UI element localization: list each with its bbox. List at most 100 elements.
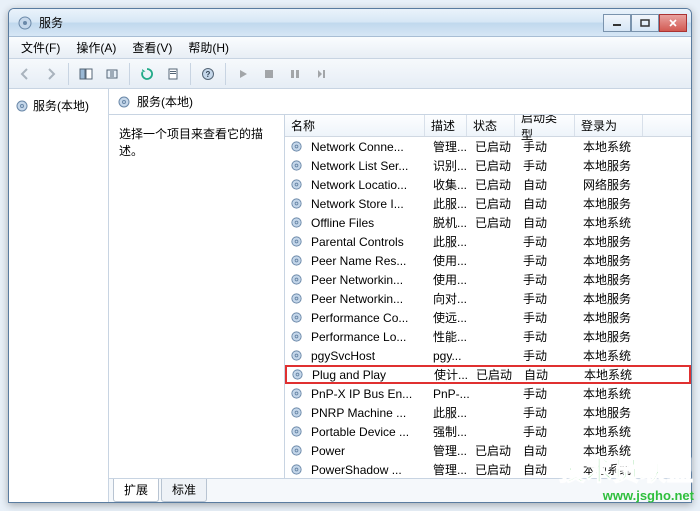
cell-logon: 本地服务 <box>577 195 645 212</box>
main-header-title: 服务(本地) <box>137 93 193 110</box>
gear-icon <box>290 235 303 248</box>
table-row[interactable]: Network List Ser...识别...已启动手动本地服务 <box>285 156 691 175</box>
cell-name: Network Conne... <box>305 140 427 154</box>
export-button[interactable] <box>100 62 124 86</box>
menu-action[interactable]: 操作(A) <box>68 37 124 58</box>
tabs: 扩展 标准 <box>109 478 691 502</box>
table-row[interactable]: Performance Co...使远...手动本地服务 <box>285 308 691 327</box>
table-row[interactable]: Power管理...已启动自动本地系统 <box>285 441 691 460</box>
cell-logon: 本地服务 <box>577 404 645 421</box>
cell-logon: 本地系统 <box>577 138 645 155</box>
tree-pane[interactable]: 服务(本地) <box>9 89 109 502</box>
table-row[interactable]: Network Locatio...收集...已启动自动网络服务 <box>285 175 691 194</box>
gear-icon <box>290 216 303 229</box>
cell-startup: 手动 <box>517 385 577 402</box>
gear-icon <box>290 159 303 172</box>
table-row[interactable]: Parental Controls此服... 手动本地服务 <box>285 232 691 251</box>
cell-name: PnP-X IP Bus En... <box>305 387 427 401</box>
list-header[interactable]: 名称 描述 状态 启动类型 登录为 <box>285 115 691 137</box>
table-row[interactable]: PnP-X IP Bus En...PnP-... 手动本地系统 <box>285 384 691 403</box>
gear-icon <box>291 368 304 381</box>
cell-name: Peer Networkin... <box>305 273 427 287</box>
cell-status: 已启动 <box>469 442 517 459</box>
minimize-button[interactable] <box>603 14 631 32</box>
cell-status: 已启动 <box>469 157 517 174</box>
table-row[interactable]: pgySvcHostpgy...手动本地系统 <box>285 346 691 365</box>
col-logon[interactable]: 登录为 <box>575 115 643 136</box>
help-button[interactable]: ? <box>196 62 220 86</box>
toolbar: ? <box>9 59 691 89</box>
col-desc[interactable]: 描述 <box>425 115 467 136</box>
tree-item-services-local[interactable]: 服务(本地) <box>13 95 104 116</box>
table-row[interactable]: Peer Name Res...使用...手动本地服务 <box>285 251 691 270</box>
col-startup[interactable]: 启动类型 <box>515 115 575 136</box>
gear-icon <box>290 463 303 476</box>
tab-extended[interactable]: 扩展 <box>113 479 159 502</box>
table-row[interactable]: Peer Networkin...向对...手动本地服务 <box>285 289 691 308</box>
cell-startup: 手动 <box>517 309 577 326</box>
cell-startup: 手动 <box>517 290 577 307</box>
app-icon <box>17 15 33 31</box>
close-button[interactable] <box>659 14 687 32</box>
cell-startup: 手动 <box>517 233 577 250</box>
restart-service-button <box>309 62 333 86</box>
table-row[interactable]: Peer Networkin...使用...手动本地服务 <box>285 270 691 289</box>
refresh-button[interactable] <box>135 62 159 86</box>
panes: 选择一个项目来查看它的描述。 名称 描述 状态 启动类型 登录为 Network… <box>109 115 691 478</box>
show-hide-tree-button[interactable] <box>74 62 98 86</box>
properties-button[interactable] <box>161 62 185 86</box>
cell-desc: PnP-... <box>427 387 469 401</box>
cell-name: Parental Controls <box>305 235 427 249</box>
cell-logon: 本地系统 <box>577 423 645 440</box>
menu-help[interactable]: 帮助(H) <box>180 37 237 58</box>
cell-logon: 本地系统 <box>577 461 645 478</box>
cell-startup: 自动 <box>517 214 577 231</box>
col-name[interactable]: 名称 <box>285 115 425 136</box>
main-pane: 服务(本地) 选择一个项目来查看它的描述。 名称 描述 状态 启动类型 登录为 … <box>109 89 691 502</box>
cell-name: Network Store I... <box>305 197 427 211</box>
cell-status: 已启动 <box>469 138 517 155</box>
gear-icon <box>290 197 303 210</box>
cell-name: Offline Files <box>305 216 427 230</box>
cell-desc: 使计... <box>428 366 470 383</box>
table-row[interactable]: PowerShadow ...管理...已启动自动本地系统 <box>285 460 691 478</box>
col-status[interactable]: 状态 <box>467 115 515 136</box>
cell-startup: 手动 <box>517 347 577 364</box>
gear-icon <box>290 254 303 267</box>
toolbar-divider <box>129 63 130 85</box>
tab-standard[interactable]: 标准 <box>161 479 207 502</box>
titlebar[interactable]: 服务 <box>9 9 691 37</box>
cell-startup: 自动 <box>517 195 577 212</box>
cell-logon: 本地服务 <box>577 233 645 250</box>
cell-desc: 此服... <box>427 233 469 250</box>
table-row[interactable]: Plug and Play使计...已启动自动本地系统 <box>285 365 691 384</box>
cell-name: PowerShadow ... <box>305 463 427 477</box>
service-list[interactable]: 名称 描述 状态 启动类型 登录为 Network Conne...管理...已… <box>285 115 691 478</box>
maximize-button[interactable] <box>631 14 659 32</box>
cell-logon: 本地系统 <box>577 385 645 402</box>
toolbar-divider <box>225 63 226 85</box>
body: 服务(本地) 服务(本地) 选择一个项目来查看它的描述。 名称 描述 状态 启动… <box>9 89 691 502</box>
description-prompt: 选择一个项目来查看它的描述。 <box>119 127 263 158</box>
table-row[interactable]: Portable Device ...强制...手动本地系统 <box>285 422 691 441</box>
cell-status: 已启动 <box>469 214 517 231</box>
table-row[interactable]: Performance Lo...性能...手动本地服务 <box>285 327 691 346</box>
table-row[interactable]: Network Store I...此服...已启动自动本地服务 <box>285 194 691 213</box>
menu-view[interactable]: 查看(V) <box>124 37 180 58</box>
table-row[interactable]: Offline Files脱机...已启动自动本地系统 <box>285 213 691 232</box>
table-row[interactable]: PNRP Machine ...此服...手动本地服务 <box>285 403 691 422</box>
cell-desc: 管理... <box>427 138 469 155</box>
gear-icon <box>290 425 303 438</box>
menu-file[interactable]: 文件(F) <box>13 37 68 58</box>
cell-name: Power <box>305 444 427 458</box>
cell-logon: 本地服务 <box>577 290 645 307</box>
cell-startup: 手动 <box>517 271 577 288</box>
cell-logon: 本地系统 <box>578 366 646 383</box>
gear-icon <box>290 178 303 191</box>
table-row[interactable]: Network Conne...管理...已启动手动本地系统 <box>285 137 691 156</box>
cell-status: 已启动 <box>469 176 517 193</box>
cell-name: Plug and Play <box>306 368 428 382</box>
cell-desc: 使用... <box>427 252 469 269</box>
cell-name: Performance Lo... <box>305 330 427 344</box>
cell-logon: 本地服务 <box>577 252 645 269</box>
